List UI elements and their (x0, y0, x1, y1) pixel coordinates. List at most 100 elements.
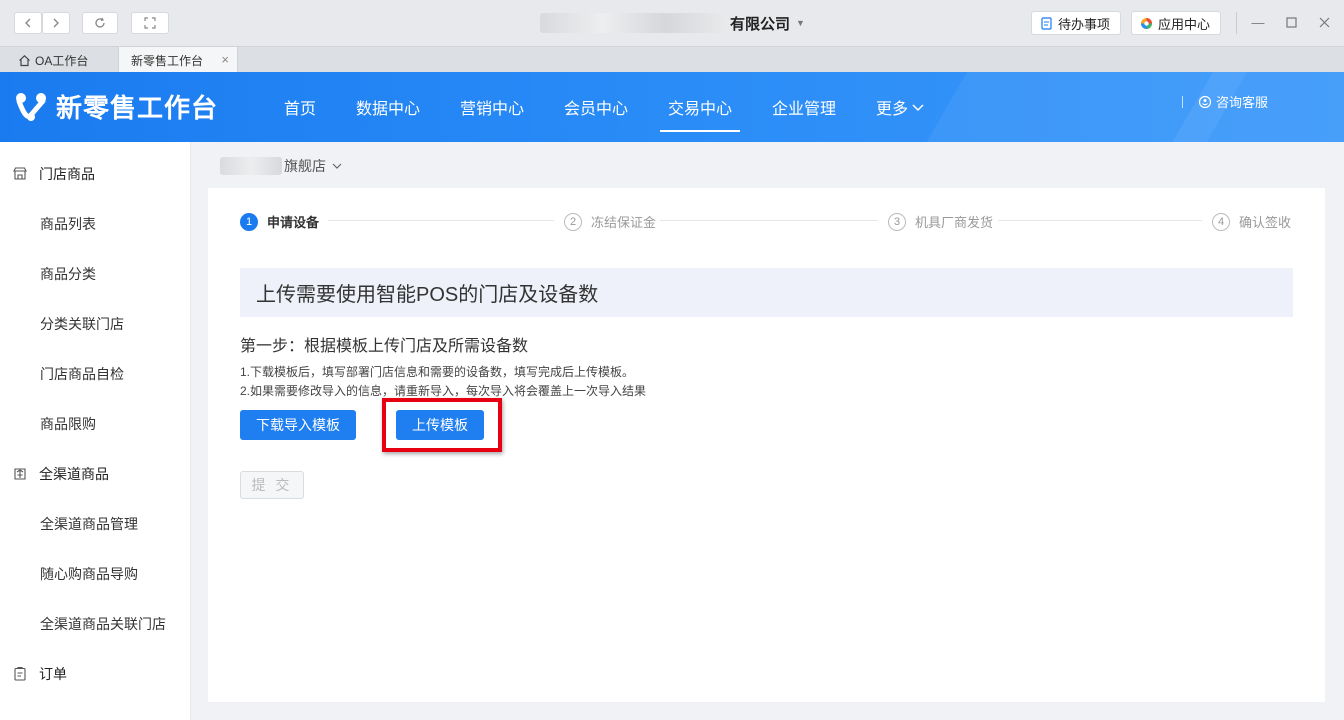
logo-icon (16, 92, 46, 121)
nav-label: 营销中心 (460, 101, 525, 118)
step-number: 2 (564, 212, 582, 231)
step-connector (660, 220, 878, 221)
app-center-label: 应用中心 (1158, 16, 1211, 32)
nav-data-center[interactable]: 数据中心 (356, 72, 420, 142)
sidebar-item-easy-buy-guide[interactable]: 随心购商品导购 (40, 564, 138, 584)
sidebar-group-store-goods[interactable]: 门店商品 (12, 164, 95, 184)
store-selector[interactable]: 旗舰店 (220, 156, 343, 176)
tab-oa-workbench[interactable]: OA工作台 (4, 47, 118, 73)
highlight-annotation (382, 398, 502, 452)
sidebar-item-goods-list[interactable]: 商品列表 (40, 214, 96, 234)
nav-marketing-center[interactable]: 营销中心 (460, 72, 524, 142)
nav-trade-center[interactable]: 交易中心 (660, 72, 740, 142)
sidebar-group-omni-channel[interactable]: 全渠道商品 (12, 464, 109, 484)
sidebar-item-goods-self-check[interactable]: 门店商品自检 (40, 364, 124, 384)
minimize-icon: — (1251, 14, 1265, 30)
nav-more[interactable]: 更多 (876, 72, 925, 142)
company-name-redacted (540, 13, 728, 33)
nav-label: 会员中心 (564, 101, 629, 118)
step-number: 4 (1212, 212, 1230, 231)
customer-service-label: 咨询客服 (1216, 95, 1269, 110)
instruction-line-2: 2.如果需要修改导入的信息，请重新导入，每次导入将会覆盖上一次导入结果 (240, 384, 647, 398)
nav-member-center[interactable]: 会员中心 (564, 72, 628, 142)
section-banner: 上传需要使用智能POS的门店及设备数 (240, 268, 1293, 317)
todo-button[interactable]: 待办事项 (1031, 11, 1122, 35)
sidebar-group-label: 全渠道商品 (39, 466, 109, 482)
divider (1182, 96, 1183, 108)
headset-icon (1198, 95, 1212, 108)
step-connector (328, 220, 554, 221)
divider (1236, 12, 1237, 34)
store-name-suffix: 旗舰店 (284, 158, 326, 174)
app-header: 新零售工作台 首页 数据中心 营销中心 会员中心 交易中心 企业管理 更多 咨询… (0, 72, 1344, 142)
tab-new-retail-workbench[interactable]: 新零售工作台 × (118, 47, 238, 73)
home-icon (19, 54, 30, 66)
chevron-left-icon (25, 18, 31, 28)
app-logo[interactable]: 新零售工作台 (14, 88, 218, 125)
step-title: 第一步：根据模板上传门店及所需设备数 (240, 338, 529, 355)
sidebar: 门店商品 商品列表 商品分类 分类关联门店 门店商品自检 商品限购 全渠道商品 … (0, 142, 191, 720)
step-number: 3 (888, 212, 906, 231)
close-window-button[interactable] (1314, 12, 1334, 32)
customer-service-button[interactable]: 咨询客服 (1198, 92, 1268, 111)
order-icon (14, 666, 26, 681)
fullscreen-button[interactable] (131, 12, 169, 34)
sidebar-item-goods-category[interactable]: 商品分类 (40, 264, 96, 284)
caret-down-icon: ▼ (796, 18, 805, 28)
maximize-button[interactable] (1281, 12, 1301, 32)
nav-label: 更多 (876, 101, 909, 118)
chevron-down-icon (332, 163, 342, 169)
store-goods-icon (13, 167, 27, 180)
minimize-button[interactable]: — (1248, 12, 1268, 32)
tab-label: OA工作台 (35, 53, 89, 68)
refresh-button[interactable] (82, 12, 118, 34)
sidebar-item-omni-goods-store-link[interactable]: 全渠道商品关联门店 (40, 614, 166, 634)
step-connector (998, 220, 1202, 221)
app-center-button[interactable]: 应用中心 (1131, 11, 1222, 35)
fullscreen-icon (144, 17, 156, 29)
todo-label: 待办事项 (1058, 16, 1111, 32)
maximize-icon (1285, 16, 1297, 28)
tab-close-icon[interactable]: × (221, 52, 229, 67)
step-apply-device: 1 申请设备 (240, 212, 319, 231)
sidebar-item-omni-goods-management[interactable]: 全渠道商品管理 (40, 514, 138, 534)
company-name-suffix: 有限公司 (730, 15, 791, 33)
step-label: 机具厂商发货 (915, 215, 994, 230)
back-button[interactable] (14, 12, 42, 34)
todo-icon (1041, 16, 1052, 30)
refresh-icon (95, 17, 105, 28)
omni-channel-icon (14, 468, 26, 480)
sidebar-item-category-store-link[interactable]: 分类关联门店 (40, 314, 124, 334)
sidebar-group-order[interactable]: 订单 (12, 664, 67, 684)
nav-label: 交易中心 (667, 101, 732, 118)
main-panel: 1 申请设备 2 冻结保证金 3 机具厂商发货 4 确认签收 上传需要使用智能P… (208, 188, 1325, 702)
step-label: 冻结保证金 (591, 215, 657, 230)
tab-label: 新零售工作台 (131, 53, 204, 68)
sidebar-group-label: 门店商品 (39, 166, 95, 182)
forward-button[interactable] (42, 12, 70, 34)
store-name-redacted (220, 157, 282, 175)
step-number: 1 (240, 212, 258, 231)
instruction-line-1: 1.下载模板后，填写部署门店信息和需要的设备数，填写完成后上传模板。 (240, 365, 635, 379)
step-label: 确认签收 (1239, 215, 1292, 230)
app-name: 新零售工作台 (56, 93, 219, 123)
nav-label: 企业管理 (772, 101, 837, 118)
sidebar-item-purchase-limit[interactable]: 商品限购 (40, 414, 96, 434)
step-confirm-receipt: 4 确认签收 (1212, 212, 1291, 231)
nav-label: 数据中心 (356, 101, 421, 118)
download-template-button[interactable]: 下载导入模板 (240, 410, 356, 440)
chevron-right-icon (53, 18, 59, 28)
title-bar: 有限公司 ▼ 待办事项 应用中心 — (0, 0, 1344, 46)
close-icon (1319, 17, 1329, 27)
company-switcher[interactable]: 有限公司 ▼ (540, 10, 805, 36)
submit-button[interactable]: 提 交 (240, 471, 304, 499)
step-freeze-deposit: 2 冻结保证金 (564, 212, 656, 231)
sidebar-group-label: 订单 (39, 666, 67, 682)
nav-label: 首页 (284, 101, 317, 118)
app-center-icon (1141, 17, 1152, 29)
tab-bar: OA工作台 新零售工作台 × (0, 46, 1344, 73)
nav-home[interactable]: 首页 (284, 72, 316, 142)
step-label: 申请设备 (267, 215, 320, 230)
chevron-down-icon (912, 104, 924, 112)
nav-enterprise-management[interactable]: 企业管理 (772, 72, 836, 142)
